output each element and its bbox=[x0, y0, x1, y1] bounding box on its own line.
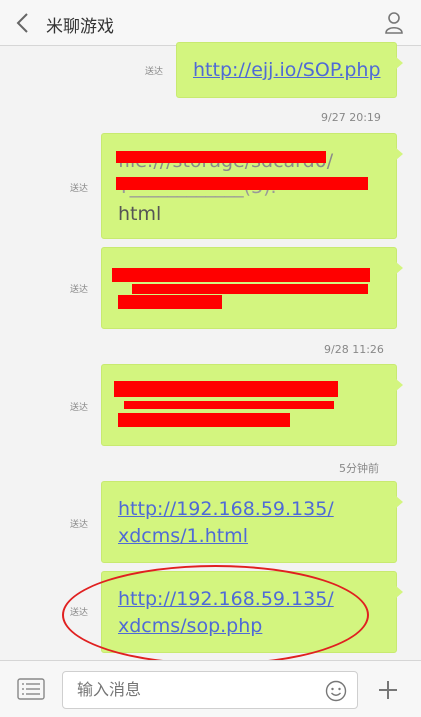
message-bubble[interactable] bbox=[101, 364, 403, 446]
smiley-icon[interactable] bbox=[325, 680, 347, 702]
message-bubble[interactable]: http://192.168.59.135/ xdcms/1.html bbox=[101, 481, 403, 563]
delivery-status: 送达 bbox=[70, 403, 89, 413]
plus-icon[interactable] bbox=[377, 679, 399, 701]
message-bubble[interactable]: file:///storage/sdcard0/ T____________(3… bbox=[101, 133, 403, 239]
redaction-bar bbox=[112, 268, 370, 282]
message-input[interactable] bbox=[77, 680, 317, 699]
redaction-bar bbox=[118, 295, 222, 309]
delivery-status: 送达 bbox=[70, 608, 89, 618]
delivery-status: 送达 bbox=[70, 520, 89, 530]
message-link[interactable]: xdcms/1.html bbox=[118, 523, 248, 550]
timestamp: 5分钟前 bbox=[339, 462, 379, 475]
message-bubble[interactable] bbox=[101, 247, 403, 329]
header-bar: 米聊游戏 bbox=[0, 0, 421, 46]
redaction-bar bbox=[132, 284, 368, 294]
message-link[interactable]: http://ejj.io/SOP.php bbox=[193, 57, 381, 84]
redaction-bar bbox=[114, 381, 338, 397]
redaction-bar bbox=[116, 151, 326, 163]
message-bubble[interactable]: http://192.168.59.135/ xdcms/sop.php bbox=[101, 571, 403, 653]
timestamp: 9/28 11:26 bbox=[324, 343, 384, 356]
chevron-left-icon[interactable] bbox=[14, 12, 32, 34]
composer-bar bbox=[0, 660, 421, 717]
message-text-line: html bbox=[118, 203, 162, 225]
list-icon[interactable] bbox=[17, 678, 45, 700]
message-link[interactable]: xdcms/sop.php bbox=[118, 613, 262, 640]
message-bubble[interactable]: http://ejj.io/SOP.php bbox=[176, 42, 403, 98]
person-icon[interactable] bbox=[384, 11, 404, 35]
timestamp: 9/27 20:19 bbox=[321, 111, 381, 124]
redaction-bar bbox=[124, 401, 334, 409]
message-input-box[interactable] bbox=[62, 671, 358, 709]
delivery-status: 送达 bbox=[70, 184, 89, 194]
redaction-bar bbox=[116, 177, 368, 190]
message-link[interactable]: http://192.168.59.135/ bbox=[118, 586, 334, 613]
message-link[interactable]: http://192.168.59.135/ bbox=[118, 496, 334, 523]
delivery-status: 送达 bbox=[70, 285, 89, 295]
delivery-status: 送达 bbox=[145, 67, 164, 77]
redaction-bar bbox=[118, 413, 290, 427]
chat-title: 米聊游戏 bbox=[46, 17, 114, 37]
